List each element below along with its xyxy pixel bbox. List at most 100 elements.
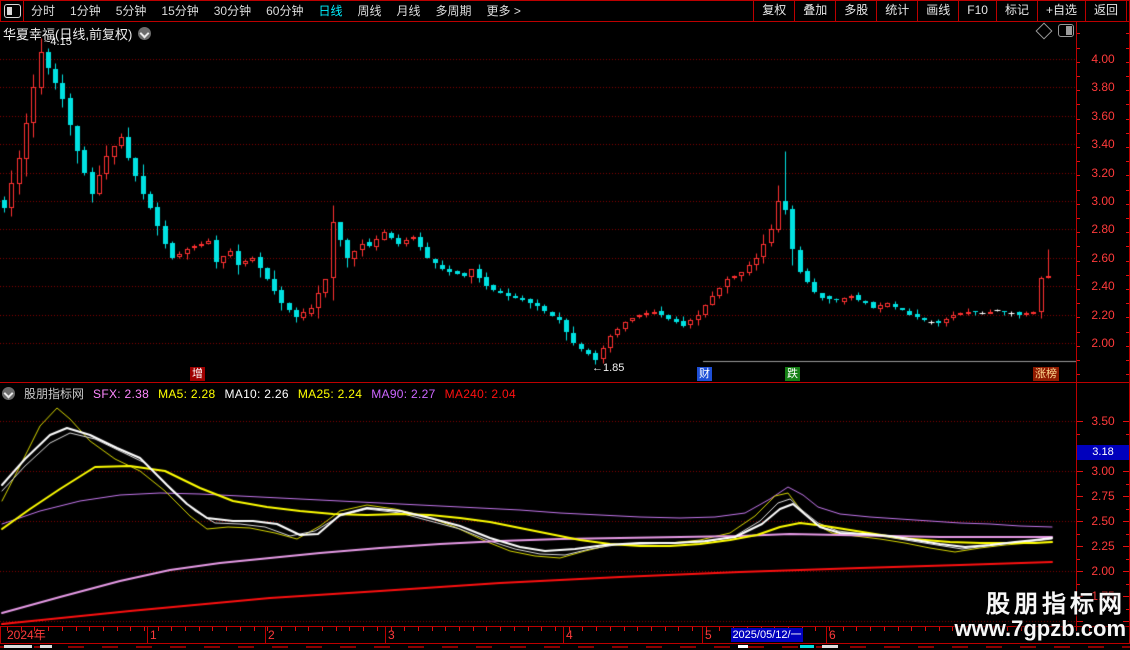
axis-tick: [1077, 546, 1083, 547]
date-tick: [582, 627, 583, 631]
axis-tick: [1077, 471, 1083, 472]
date-tick: [555, 627, 556, 631]
toolbar-button-复权[interactable]: 复权: [753, 1, 794, 21]
period-tab-分时[interactable]: 分时: [31, 1, 55, 21]
period-tab-5分钟[interactable]: 5分钟: [116, 1, 147, 21]
date-tick: [363, 627, 364, 631]
period-tab-60分钟[interactable]: 60分钟: [266, 1, 303, 21]
axis-label: 3.50: [1091, 414, 1115, 428]
axis-tick: [1126, 303, 1129, 305]
panel-divider: [0, 382, 1130, 383]
chevron-down-icon[interactable]: [2, 387, 15, 400]
axis-tick: [1126, 274, 1129, 276]
diamond-icon[interactable]: [1035, 22, 1053, 39]
chart-tag-增[interactable]: 增: [190, 367, 205, 381]
toolbar-button-F10[interactable]: F10: [958, 1, 996, 21]
period-tab-更多 >[interactable]: 更多 >: [487, 1, 521, 21]
period-tab-30分钟[interactable]: 30分钟: [214, 1, 251, 21]
axis-tick: [1077, 421, 1083, 422]
axis-label: 2.75: [1091, 489, 1115, 503]
axis-tick: [1126, 246, 1129, 248]
low-price-annotation: ←1.85: [592, 362, 625, 374]
axis-tick: [1126, 508, 1129, 510]
period-tab-15分钟[interactable]: 15分钟: [161, 1, 198, 21]
axis-label: 2.50: [1091, 514, 1115, 528]
period-tab-月线[interactable]: 月线: [397, 1, 421, 21]
axis-tick: [1123, 496, 1129, 497]
axis-tick: [1077, 104, 1080, 106]
axis-tick: [1126, 90, 1129, 92]
axis-label: 3.00: [1091, 464, 1115, 478]
chart-tag-跌[interactable]: 跌: [785, 367, 800, 381]
axis-label: 2.00: [1091, 336, 1115, 350]
axis-label: 3.40: [1091, 137, 1115, 152]
toolbar-button-统计[interactable]: 统计: [876, 1, 917, 21]
date-tick: [418, 627, 419, 631]
date-tick: [185, 627, 186, 631]
indicator-value: MA10: 2.26: [224, 386, 289, 401]
panel-toggle-icon[interactable]: [1058, 24, 1074, 37]
toolbar-button-叠加[interactable]: 叠加: [794, 1, 835, 21]
candlestick-chart[interactable]: [0, 22, 1076, 382]
indicator-header: 股朋指标网 SFX: 2.38 MA5: 2.28 MA10: 2.26 MA25: …: [2, 385, 516, 402]
date-label: 5: [705, 628, 712, 642]
month-separator: [265, 627, 266, 643]
period-tab-1分钟[interactable]: 1分钟: [70, 1, 101, 21]
axis-label: 2.25: [1091, 539, 1115, 553]
axis-tick: [1077, 303, 1080, 305]
cutoff-fragment: [40, 645, 52, 648]
axis-tick: [1126, 232, 1129, 234]
period-tab-日线[interactable]: 日线: [318, 1, 342, 21]
chart-title-row: 华夏幸福(日线,前复权): [3, 24, 152, 43]
month-separator: [147, 627, 148, 643]
axis-tick: [1077, 483, 1080, 485]
axis-tick: [1126, 147, 1129, 149]
axis-tick: [1126, 218, 1129, 220]
axis-tick: [1077, 345, 1080, 347]
chart-tag-涨榜[interactable]: 涨榜: [1033, 367, 1059, 381]
date-tick: [637, 627, 638, 631]
toolbar-button-标记[interactable]: 标记: [995, 1, 1037, 21]
axis-tick: [1077, 558, 1080, 560]
chart-tag-财[interactable]: 财: [697, 367, 712, 381]
axis-tick: [1123, 571, 1129, 572]
toolbar-button-多股[interactable]: 多股: [835, 1, 876, 21]
chevron-down-icon[interactable]: [138, 27, 152, 40]
axis-tick: [1126, 132, 1129, 134]
date-tick: [254, 627, 255, 631]
date-tick: [144, 627, 145, 631]
period-tab-多周期[interactable]: 多周期: [436, 1, 472, 21]
axis-tick: [1077, 533, 1080, 535]
axis-label: 4.00: [1091, 52, 1115, 66]
indicator-chart[interactable]: [0, 384, 1076, 625]
cutoff-fragment: [4, 645, 32, 648]
axis-tick: [1077, 232, 1080, 234]
date-label: 2: [268, 628, 275, 642]
month-separator: [385, 627, 386, 643]
axis-tick: [1077, 274, 1080, 276]
date-tick: [719, 627, 720, 631]
date-tick: [130, 627, 131, 631]
top-menu-bar: 分时 1分钟 5分钟 15分钟 30分钟 60分钟 日线 周线 月线 多周期 更多 > 复权 叠加 多股…: [0, 0, 1130, 22]
date-tick: [404, 627, 405, 631]
chart-corner-icons: [1035, 22, 1074, 39]
period-tab-周线[interactable]: 周线: [357, 1, 381, 21]
axis-label: 2.80: [1091, 222, 1115, 237]
toolbar-button-画线[interactable]: 画线: [917, 1, 958, 21]
axis-tick: [1126, 33, 1129, 35]
axis-tick: [1126, 583, 1129, 585]
axis-tick: [1077, 132, 1080, 134]
date-tick: [911, 627, 912, 631]
toolbar-buttons: 复权 叠加 多股 统计 画线 F10 标记 +自选 返回: [753, 1, 1127, 21]
date-tick: [226, 627, 227, 631]
window-split-icon[interactable]: [4, 4, 21, 18]
month-separator: [563, 627, 564, 643]
cutoff-fragment: [738, 645, 748, 648]
axis-tick: [1126, 433, 1129, 435]
date-tick: [678, 627, 679, 631]
cutoff-fragment: [800, 645, 814, 648]
toolbar-button-返回[interactable]: 返回: [1084, 1, 1127, 21]
toolbar-button-+自选[interactable]: +自选: [1036, 1, 1085, 21]
date-tick: [884, 627, 885, 631]
high-price-annotation: ~4.15: [44, 36, 72, 48]
